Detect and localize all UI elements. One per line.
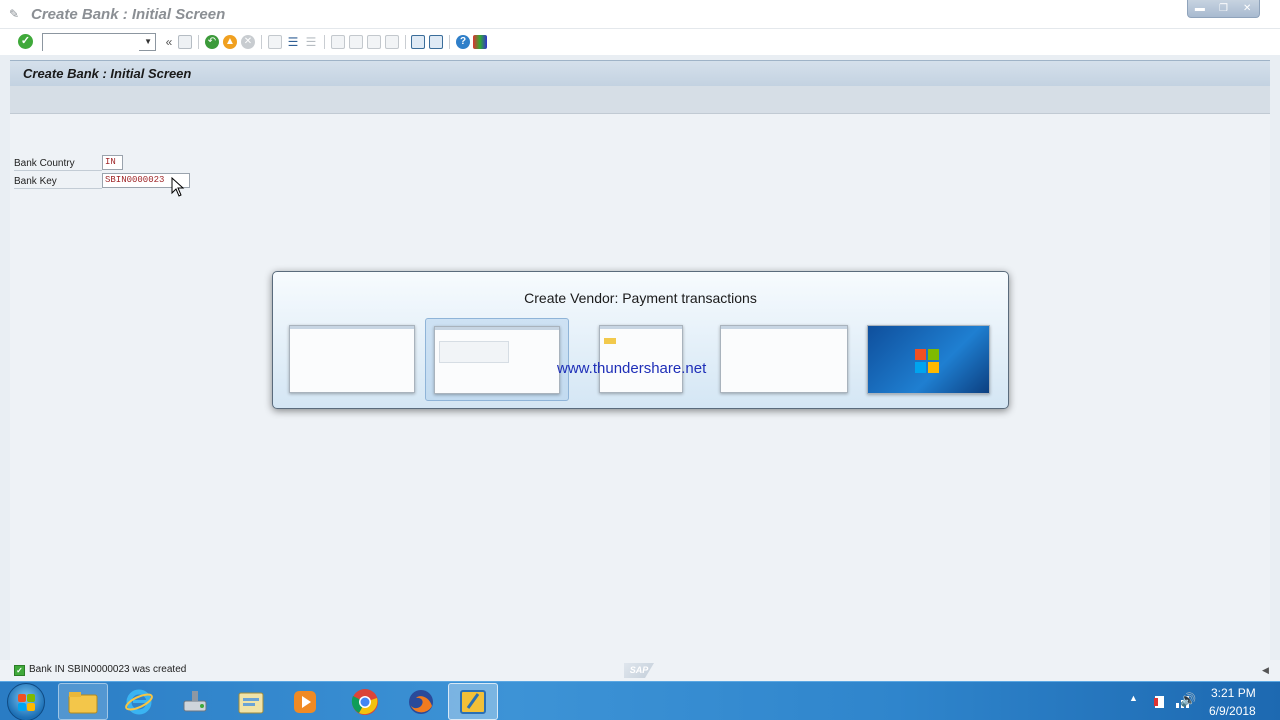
window-switcher: Create Vendor: Payment transactions www.… [272, 271, 1009, 409]
previous-page-icon[interactable] [349, 35, 363, 49]
expand-status-icon[interactable]: ◀ [1262, 665, 1269, 676]
sap-logo: SAP [624, 663, 654, 678]
status-message: Bank IN SBIN0000023 was created [29, 664, 187, 675]
taskbar-file-manager[interactable] [226, 683, 276, 720]
thumbnail-preview [434, 326, 560, 394]
command-input[interactable] [43, 36, 139, 52]
separator [449, 35, 450, 49]
start-button[interactable] [7, 683, 45, 720]
taskbar-firefox[interactable] [396, 683, 446, 720]
screen-header: Create Bank : Initial Screen [10, 60, 1270, 86]
help-icon[interactable]: ? [456, 35, 470, 49]
close-icon[interactable]: ✕ [1240, 3, 1254, 14]
page-title: Create Bank : Initial Screen [23, 66, 192, 81]
taskbar-chrome[interactable] [340, 683, 390, 720]
layout-icon[interactable] [473, 35, 487, 49]
firefox-icon [409, 689, 433, 714]
last-page-icon[interactable] [385, 35, 399, 49]
window-edit-icon: ✎ [9, 7, 20, 21]
shortcut-icon[interactable] [429, 35, 443, 49]
bank-country-field[interactable]: IN [102, 155, 123, 170]
sap-logon-icon [460, 689, 486, 714]
mouse-cursor-icon [171, 177, 185, 197]
windows-logo-icon [915, 349, 939, 373]
separator [198, 35, 199, 49]
window-thumbnail-document[interactable] [720, 325, 848, 393]
windows-logo-icon [18, 694, 35, 711]
taskbar-internet-explorer[interactable] [114, 683, 164, 720]
taskbar-network-drive[interactable] [170, 683, 220, 720]
application-toolbar [10, 86, 1270, 114]
cancel-icon[interactable]: ✕ [241, 35, 255, 49]
status-bar: ✓ Bank IN SBIN0000023 was created SAP ◀ [0, 660, 1280, 681]
create-session-icon[interactable] [411, 35, 425, 49]
clock-time[interactable]: 3:21 PM [1211, 686, 1256, 700]
title-bar: ✎ Create Bank : Initial Screen ▬ ❐ ✕ [0, 0, 1280, 29]
chrome-icon [351, 688, 378, 715]
separator [324, 35, 325, 49]
exit-icon[interactable]: ▲ [223, 35, 237, 49]
first-page-icon[interactable] [331, 35, 345, 49]
enter-icon[interactable]: ✓ [18, 34, 33, 49]
watermark-text: www.thundershare.net [557, 360, 707, 377]
print-icon[interactable] [268, 35, 282, 49]
action-center-icon[interactable] [1152, 694, 1168, 710]
minimize-icon[interactable]: ▬ [1193, 3, 1207, 14]
find-next-icon[interactable]: ☰ [304, 35, 318, 49]
taskbar-sap-logon[interactable] [448, 683, 498, 720]
standard-toolbar: ✓ ▼ « ↶ ▲ ✕ ☰ ☰ ? [0, 29, 1280, 55]
volume-icon[interactable]: 🔊 [1180, 692, 1196, 708]
back-icon[interactable]: ↶ [205, 35, 219, 49]
find-icon[interactable]: ☰ [286, 35, 300, 49]
command-field[interactable]: ▼ [42, 33, 156, 52]
taskbar-explorer[interactable] [58, 683, 108, 720]
chevron-down-icon[interactable]: ▼ [144, 37, 152, 46]
show-hidden-icons-icon[interactable]: ▲ [1129, 693, 1138, 703]
window-controls: ▬ ❐ ✕ [1187, 0, 1260, 18]
restore-icon[interactable]: ❐ [1216, 3, 1230, 14]
success-icon: ✓ [14, 665, 25, 676]
switcher-title: Create Vendor: Payment transactions [524, 290, 757, 306]
separator [261, 35, 262, 49]
internet-explorer-icon [125, 689, 153, 714]
taskbar-media-player[interactable] [280, 683, 330, 720]
collapse-icon[interactable]: « [162, 35, 176, 49]
system-tray: ▲ 🔊 [1120, 682, 1280, 720]
bank-key-label: Bank Key [14, 174, 102, 189]
bank-country-label: Bank Country [14, 156, 102, 171]
save-icon[interactable] [178, 35, 192, 49]
window-thumbnail-sap-initial[interactable] [289, 325, 415, 393]
taskbar: ▲ 🔊 [0, 681, 1280, 720]
media-player-icon [294, 690, 316, 713]
window-thumbnail-create-vendor[interactable] [425, 318, 569, 401]
separator [405, 35, 406, 49]
window-thumbnail-explorer[interactable] [599, 325, 683, 393]
file-manager-icon [238, 692, 264, 713]
next-page-icon[interactable] [367, 35, 381, 49]
network-drive-icon [183, 690, 207, 711]
folder-icon [68, 691, 98, 713]
window-thumbnail-desktop[interactable] [867, 325, 990, 394]
clock-date[interactable]: 6/9/2018 [1209, 704, 1256, 718]
window-title: Create Bank : Initial Screen [31, 6, 226, 23]
